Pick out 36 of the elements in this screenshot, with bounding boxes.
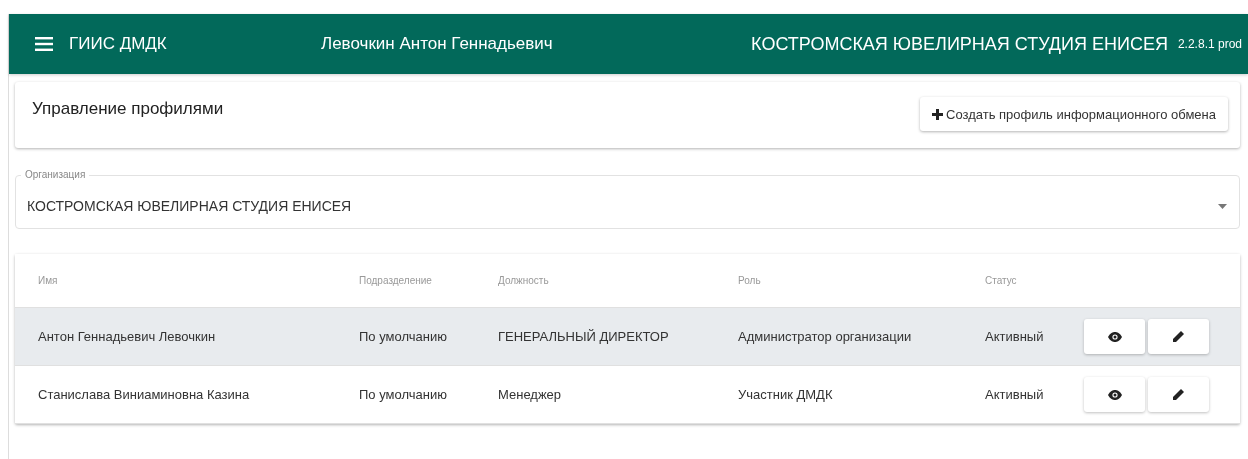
pencil-icon [1172, 388, 1185, 401]
column-header: Подразделение [359, 275, 433, 286]
table-cell-text: ГЕНЕРАЛЬНЫЙ ДИРЕКТОР [498, 329, 670, 344]
field-value: КОСТРОМСКАЯ ЮВЕЛИРНАЯ СТУДИЯ ЕНИСЕЯ [27, 198, 352, 214]
version-label: 2.2.8.1 prod [1177, 37, 1242, 51]
column-header: Роль [738, 275, 762, 286]
menu-icon[interactable] [35, 37, 53, 51]
field-label: Организация [21, 168, 90, 181]
eye-icon [1107, 331, 1122, 342]
table-row[interactable]: Антон Геннадьевич Левочкин По умолчанию ГЕНЕРАЛЬНЫЙ ДИРЕКТОР Администратор организации Активный [15, 308, 1240, 366]
organization-name: КОСТРОМСКАЯ ЮВЕЛИРНАЯ СТУДИЯ ЕНИСЕЯ [751, 33, 1168, 55]
table-cell-text: По умолчанию [359, 329, 448, 344]
plus-icon [932, 108, 943, 120]
table-cell-text: Активный [985, 387, 1045, 402]
view-button[interactable] [1084, 377, 1145, 412]
edit-button[interactable] [1148, 377, 1209, 412]
view-button[interactable] [1084, 319, 1145, 354]
create-profile-button[interactable]: Создать профиль информационного обмена [920, 97, 1228, 131]
app-title: ГИИС ДМДК [69, 34, 167, 54]
table-cell-text: Антон Геннадьевич Левочкин [38, 329, 217, 344]
table-cell-text: Менеджер [498, 387, 563, 402]
table-row[interactable]: Станислава Виниаминовна Казина По умолчанию Менеджер Участник ДМДК Активный [15, 366, 1240, 424]
eye-icon [1107, 389, 1122, 400]
table-cell-text: Активный [985, 329, 1045, 344]
table-cell-text: Администратор организации [738, 329, 913, 344]
table-cell-text: Участник ДМДК [738, 387, 834, 402]
column-header: Статус [985, 275, 1018, 286]
page-title: Управление профилями [32, 99, 224, 119]
table-cell-text: Станислава Виниаминовна Казина [38, 387, 251, 402]
user-name: Левочкин Антон Геннадьевич [321, 34, 554, 54]
dropdown-caret-icon [1218, 203, 1227, 209]
table-cell-text: По умолчанию [359, 387, 448, 402]
column-header: Должность [498, 275, 550, 286]
column-header: Имя [38, 275, 59, 286]
edit-button[interactable] [1148, 319, 1209, 354]
pencil-icon [1172, 330, 1185, 343]
